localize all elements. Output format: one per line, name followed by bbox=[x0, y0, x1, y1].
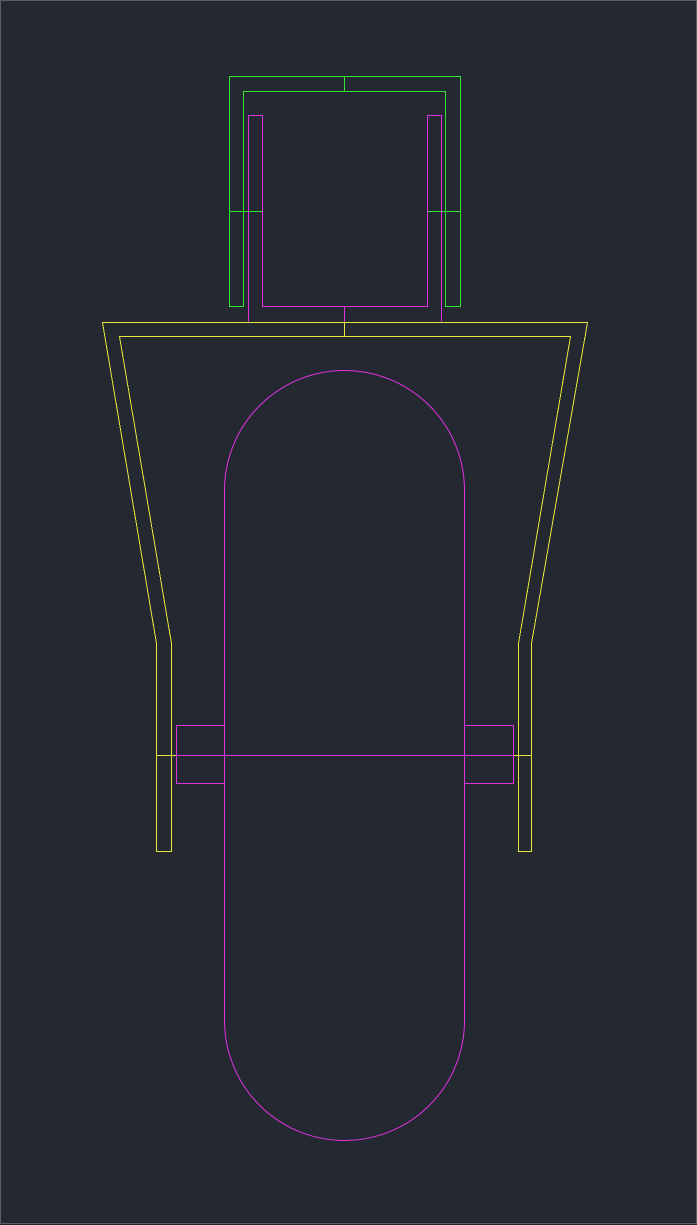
fork-frame bbox=[101, 322, 589, 852]
swivel-insert-outline bbox=[248, 115, 442, 322]
cad-drawing bbox=[101, 76, 589, 1141]
fork-frame-outer bbox=[101, 322, 589, 852]
cad-viewport[interactable] bbox=[0, 0, 697, 1224]
swivel-insert bbox=[248, 115, 442, 323]
bracket-outer-outline bbox=[229, 76, 461, 307]
wheel-assembly bbox=[176, 370, 514, 1141]
mounting-bracket bbox=[229, 76, 461, 307]
right-hub bbox=[464, 725, 514, 784]
left-hub bbox=[176, 725, 225, 784]
